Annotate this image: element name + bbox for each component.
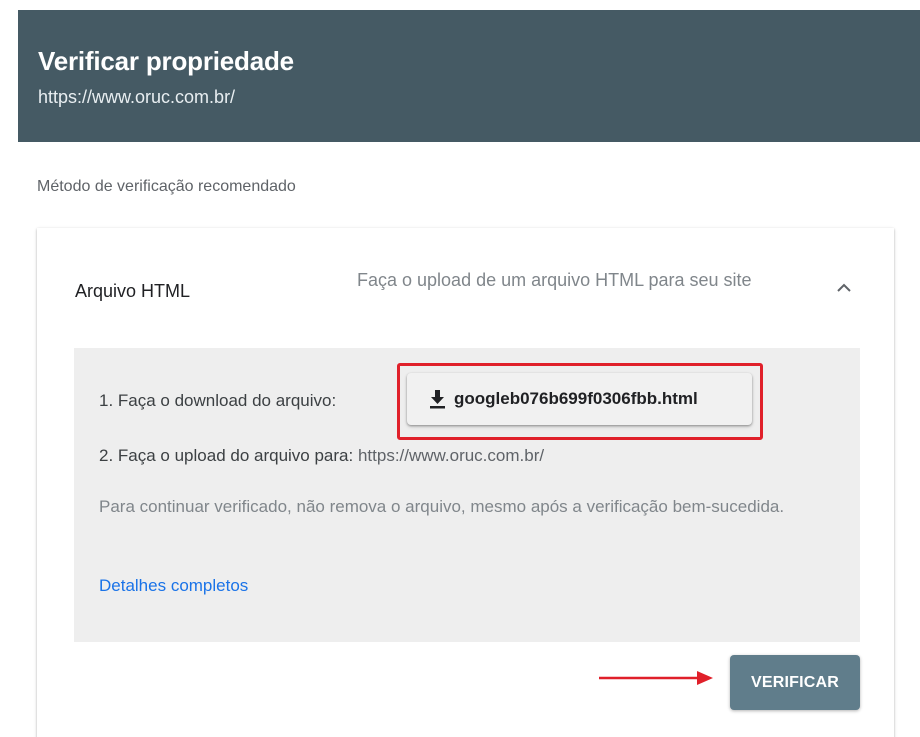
keep-file-note: Para continuar verificado, não remova o … bbox=[99, 497, 785, 516]
verify-button[interactable]: VERIFICAR bbox=[730, 655, 860, 710]
property-url: https://www.oruc.com.br/ bbox=[38, 87, 236, 107]
full-details-link[interactable]: Detalhes completos bbox=[99, 576, 248, 596]
download-file-name: googleb076b699f0306fbb.html bbox=[454, 389, 698, 408]
step2-url: https://www.oruc.com.br/ bbox=[357, 446, 545, 465]
page-header: Verificar propriedade https://www.oruc.c… bbox=[18, 10, 920, 142]
instructions-panel: 1. Faça o download do arquivo: googleb07… bbox=[74, 348, 860, 642]
method-title[interactable]: Arquivo HTML bbox=[75, 281, 190, 302]
download-file-button[interactable]: googleb076b699f0306fbb.html bbox=[407, 373, 752, 425]
verify-property-page: Verificar propriedade https://www.oruc.c… bbox=[0, 0, 920, 737]
recommended-method-label: Método de verificação recomendado bbox=[37, 178, 296, 195]
method-description: Faça o upload de um arquivo HTML para se… bbox=[357, 270, 752, 290]
chevron-up-icon[interactable] bbox=[832, 276, 856, 300]
step2-text: 2. Faça o upload do arquivo para: bbox=[99, 446, 354, 465]
verification-method-card: Arquivo HTML Faça o upload de um arquivo… bbox=[37, 228, 894, 737]
download-icon bbox=[428, 389, 447, 409]
step1-label: 1. Faça o download do arquivo: bbox=[99, 391, 337, 410]
page-title: Verificar propriedade bbox=[38, 46, 294, 76]
step2-label: 2. Faça o upload do arquivo para: https:… bbox=[99, 446, 544, 466]
arrow-annotation bbox=[599, 671, 713, 685]
